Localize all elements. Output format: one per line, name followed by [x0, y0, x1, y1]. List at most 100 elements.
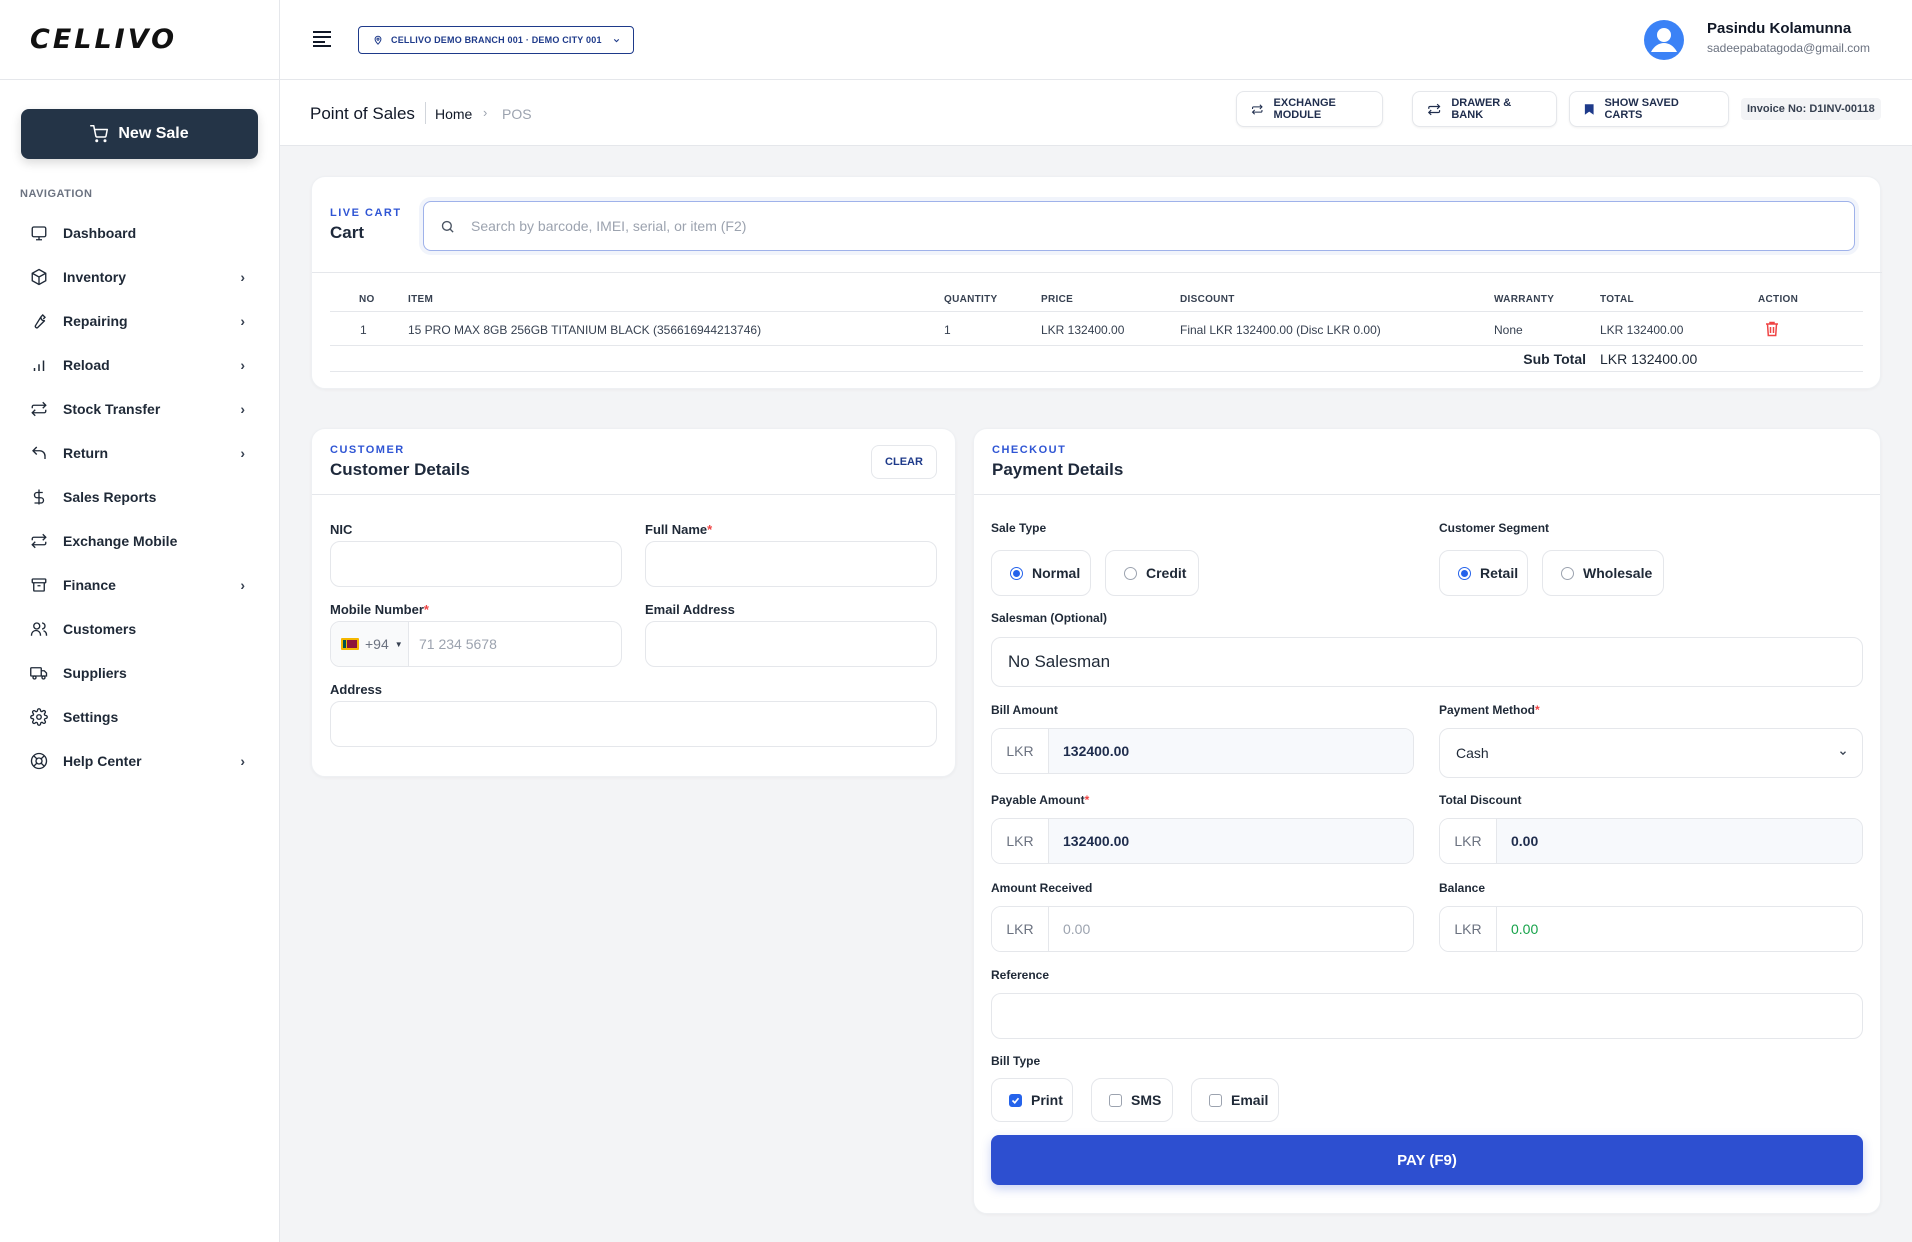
- sidebar-item-exchange-mobile[interactable]: Exchange Mobile: [0, 519, 279, 563]
- nic-field[interactable]: [330, 541, 622, 587]
- exchange-module-button[interactable]: EXCHANGE MODULE: [1236, 91, 1383, 127]
- sidebar-nav: Dashboard Inventory › Repairing › Reload…: [0, 211, 279, 783]
- cart-search-input[interactable]: [471, 218, 1821, 234]
- dollar-icon: [29, 487, 49, 507]
- sidebar-item-sales-reports[interactable]: Sales Reports: [0, 475, 279, 519]
- bookmark-icon: [1584, 103, 1594, 115]
- cart-search-box[interactable]: [423, 201, 1855, 251]
- chevron-right-icon: ›: [240, 313, 245, 329]
- sidebar-item-reload[interactable]: Reload ›: [0, 343, 279, 387]
- sidebar-item-label: Sales Reports: [63, 489, 157, 505]
- cart-header: LIVE CART Cart: [330, 207, 402, 243]
- payment-method-select[interactable]: Cash: [1439, 728, 1863, 778]
- sidebar-item-repairing[interactable]: Repairing ›: [0, 299, 279, 343]
- cell-warranty: None: [1494, 323, 1523, 337]
- wrench-icon: [29, 311, 49, 331]
- column-header-no: NO: [359, 294, 375, 305]
- breadcrumb-current: POS: [502, 106, 532, 122]
- payment-header: CHECKOUT Payment Details: [992, 444, 1123, 480]
- address-label: Address: [330, 682, 383, 697]
- currency-label: LKR: [992, 907, 1049, 951]
- sale-type-credit-radio[interactable]: Credit: [1105, 550, 1199, 596]
- lifebuoy-icon: [29, 751, 49, 771]
- breadcrumb-home[interactable]: Home: [435, 106, 472, 122]
- checkbox-label: Print: [1031, 1092, 1063, 1108]
- sidebar-item-help-center[interactable]: Help Center ›: [0, 739, 279, 783]
- box-icon: [29, 267, 49, 287]
- payment-card: CHECKOUT Payment Details Sale Type Norma…: [973, 428, 1881, 1214]
- reference-label: Reference: [991, 968, 1050, 982]
- address-field[interactable]: [330, 701, 937, 747]
- show-saved-carts-button[interactable]: SHOW SAVED CARTS: [1569, 91, 1729, 127]
- radio-label: Credit: [1146, 565, 1187, 581]
- sidebar-item-finance[interactable]: Finance ›: [0, 563, 279, 607]
- divider: [330, 345, 1863, 346]
- bill-type-email-checkbox[interactable]: Email: [1191, 1078, 1279, 1122]
- reference-field[interactable]: [991, 993, 1863, 1039]
- salesman-label: Salesman (Optional): [991, 611, 1108, 625]
- full-name-field[interactable]: [645, 541, 937, 587]
- trash-icon: [1766, 321, 1778, 337]
- currency-label: LKR: [1440, 907, 1497, 951]
- breadcrumb-chevron-icon: ›: [483, 105, 488, 120]
- sidebar-item-inventory[interactable]: Inventory ›: [0, 255, 279, 299]
- bill-amount-field[interactable]: LKR 132400.00: [991, 728, 1414, 774]
- sidebar-item-suppliers[interactable]: Suppliers: [0, 651, 279, 695]
- clear-button[interactable]: CLEAR: [871, 445, 937, 479]
- mobile-number-field[interactable]: +94 ▼ 71 234 5678: [330, 621, 622, 667]
- nav-title: NAVIGATION: [20, 188, 93, 200]
- sidebar-item-return[interactable]: Return ›: [0, 431, 279, 475]
- amount-received-field[interactable]: LKR 0.00: [991, 906, 1414, 952]
- users-icon: [29, 619, 49, 639]
- customer-card: CUSTOMER Customer Details CLEAR NIC Full…: [311, 428, 956, 777]
- chevron-right-icon: ›: [240, 445, 245, 461]
- cart-title: Cart: [330, 223, 365, 242]
- pay-button[interactable]: PAY (F9): [991, 1135, 1863, 1185]
- radio-label: Wholesale: [1583, 565, 1653, 581]
- segment-wholesale-radio[interactable]: Wholesale: [1542, 550, 1664, 596]
- sidebar-item-label: Settings: [63, 709, 119, 725]
- user-email: sadeepabatagoda@gmail.com: [1707, 41, 1870, 55]
- avatar[interactable]: [1643, 19, 1685, 61]
- delete-item-button[interactable]: [1765, 321, 1779, 340]
- user-name[interactable]: Pasindu Kolamunna: [1707, 20, 1851, 37]
- sidebar-item-label: Dashboard: [63, 225, 137, 241]
- mobile-number-placeholder: 71 234 5678: [419, 636, 497, 652]
- sale-type-normal-radio[interactable]: Normal: [991, 550, 1091, 596]
- exchange-icon: [29, 531, 49, 551]
- menu-toggle-icon[interactable]: [312, 30, 332, 53]
- total-discount-field[interactable]: LKR 0.00: [1439, 818, 1863, 864]
- chevron-right-icon: ›: [240, 401, 245, 417]
- salesman-select[interactable]: No Salesman: [991, 637, 1863, 687]
- logo[interactable]: CELLIVO: [30, 24, 177, 55]
- sidebar-item-stock-transfer[interactable]: Stock Transfer ›: [0, 387, 279, 431]
- cell-no: 1: [360, 323, 367, 337]
- sidebar-item-dashboard[interactable]: Dashboard: [0, 211, 279, 255]
- chevron-right-icon: ›: [240, 269, 245, 285]
- bill-type-print-checkbox[interactable]: Print: [991, 1078, 1073, 1122]
- customer-header: CUSTOMER Customer Details: [330, 444, 470, 480]
- payable-amount-field[interactable]: LKR 132400.00: [991, 818, 1414, 864]
- column-header-discount: DISCOUNT: [1180, 294, 1235, 305]
- new-sale-button[interactable]: New Sale: [21, 109, 258, 159]
- drawer-bank-button[interactable]: DRAWER & BANK: [1412, 91, 1557, 127]
- segment-retail-radio[interactable]: Retail: [1439, 550, 1528, 596]
- chevron-right-icon: ›: [240, 753, 245, 769]
- email-field[interactable]: [645, 621, 937, 667]
- country-code-selector[interactable]: +94 ▼: [331, 622, 409, 666]
- breadcrumb-divider: [425, 102, 426, 124]
- checkbox-label: Email: [1231, 1092, 1269, 1108]
- caret-down-icon: ▼: [394, 639, 403, 649]
- branch-selector[interactable]: CELLIVO DEMO BRANCH 001 · DEMO CITY 001: [358, 26, 634, 54]
- email-label: Email Address: [645, 602, 735, 617]
- sidebar-item-label: Exchange Mobile: [63, 533, 178, 549]
- sidebar-item-settings[interactable]: Settings: [0, 695, 279, 739]
- sidebar-item-customers[interactable]: Customers: [0, 607, 279, 651]
- divider: [330, 371, 1863, 372]
- page-title: Point of Sales: [310, 104, 415, 123]
- location-pin-icon: [374, 35, 382, 45]
- bill-type-sms-checkbox[interactable]: SMS: [1091, 1078, 1173, 1122]
- search-icon: [441, 220, 454, 233]
- sidebar-item-label: Repairing: [63, 313, 128, 329]
- payment-method-value: Cash: [1456, 745, 1489, 761]
